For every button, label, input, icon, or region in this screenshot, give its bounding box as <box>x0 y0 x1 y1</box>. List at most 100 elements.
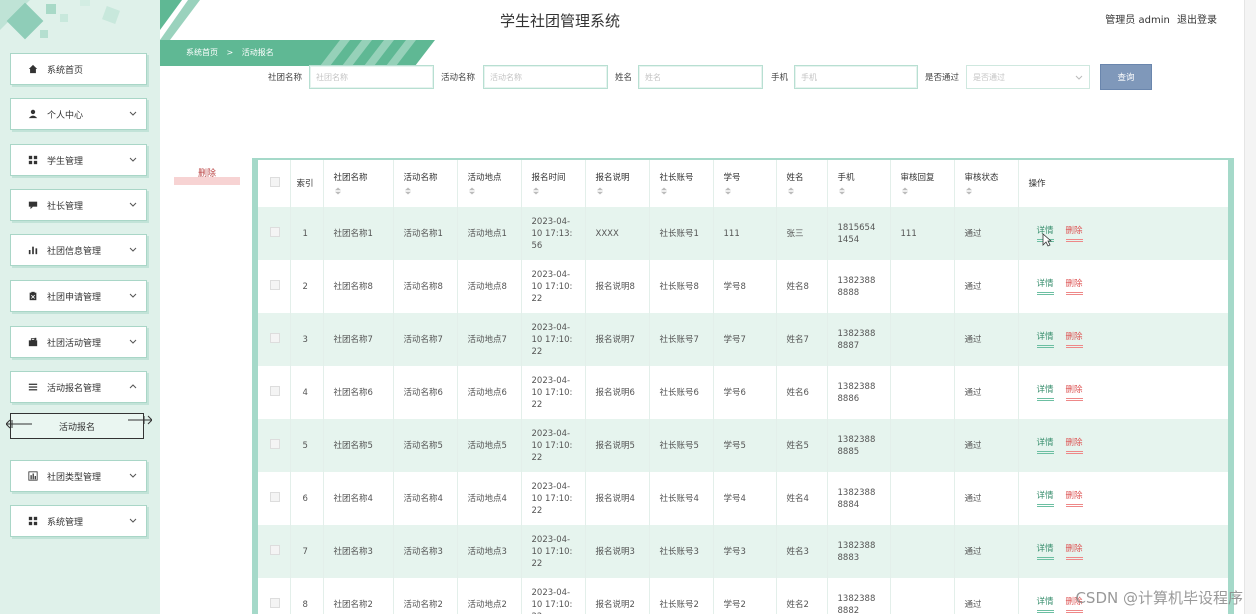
approved-select[interactable]: 是否通过 <box>966 65 1090 89</box>
cell-leader-text: 社长账号6 <box>659 387 699 398</box>
cell-status: 通过 <box>954 313 1019 366</box>
detail-link[interactable]: 详情 <box>1036 278 1054 295</box>
cell-index-text: 1 <box>302 228 308 239</box>
cell-activity: 活动名称7 <box>393 313 458 366</box>
sort-icon[interactable] <box>596 187 604 195</box>
column-header-4[interactable]: 活动地点 <box>457 160 522 207</box>
approved-label: 是否通过 <box>925 73 960 83</box>
vertical-scrollbar[interactable] <box>1244 0 1256 614</box>
cell-time: 2023-04-10 17:10:22 <box>521 472 586 525</box>
cell-club-text: 社团名称4 <box>333 493 373 504</box>
activity-name-input[interactable] <box>483 65 608 89</box>
cell-phone: 13823888882 <box>827 578 891 614</box>
sidebar-item-5[interactable]: 社团信息管理 <box>10 234 147 266</box>
breadcrumb-current: 活动报名 <box>241 48 274 57</box>
sort-icon[interactable] <box>965 187 973 195</box>
row-delete-link[interactable]: 删除 <box>1065 278 1083 295</box>
cell-activity: 活动名称2 <box>393 578 458 614</box>
sidebar-item-3[interactable]: 学生管理 <box>10 144 147 176</box>
row-delete-link[interactable]: 删除 <box>1065 331 1083 348</box>
sidebar-item-9[interactable]: 社团类型管理 <box>10 460 147 492</box>
cell-activity-text: 活动名称7 <box>403 334 443 345</box>
phone-input[interactable] <box>794 65 918 89</box>
logout-link[interactable]: 退出登录 <box>1177 15 1217 26</box>
sort-icon[interactable] <box>468 187 476 195</box>
sort-icon[interactable] <box>901 187 909 195</box>
row-checkbox[interactable] <box>270 544 280 555</box>
table-row[interactable]: 3 社团名称7 活动名称7 活动地点7 2023-04-10 17:10:22 报名说明7… <box>258 313 1228 366</box>
detail-link[interactable]: 详情 <box>1036 437 1054 454</box>
detail-link[interactable]: 详情 <box>1036 543 1054 560</box>
sort-icon[interactable] <box>334 187 342 195</box>
sort-icon[interactable] <box>404 187 412 195</box>
row-checkbox[interactable] <box>270 279 280 290</box>
sidebar-item-1[interactable]: 系统首页 <box>10 53 147 85</box>
sidebar-item-7[interactable]: 社团活动管理 <box>10 326 147 358</box>
row-delete-link[interactable]: 删除 <box>1065 225 1083 242</box>
column-header-8[interactable]: 学号 <box>713 160 777 207</box>
cell-activity: 活动名称8 <box>393 260 458 313</box>
cell-leader: 社长账号8 <box>649 260 714 313</box>
select-all-checkbox[interactable] <box>270 176 280 187</box>
column-header-label: 手机 <box>837 173 855 183</box>
table-row[interactable]: 5 社团名称5 活动名称5 活动地点5 2023-04-10 17:10:22 报名说明5… <box>258 419 1228 472</box>
detail-link[interactable]: 详情 <box>1036 384 1054 401</box>
row-checkbox[interactable] <box>270 597 280 608</box>
cell-index-text: 4 <box>302 387 308 398</box>
column-header-11[interactable]: 审核回复 <box>890 160 955 207</box>
column-header-3[interactable]: 活动名称 <box>393 160 458 207</box>
row-delete-link[interactable]: 删除 <box>1065 437 1083 454</box>
column-header-1[interactable]: 索引 <box>290 160 324 207</box>
row-delete-link[interactable]: 删除 <box>1065 490 1083 507</box>
table-row[interactable]: 1 社团名称1 活动名称1 活动地点1 2023-04-10 17:13:56 XXXX 社… <box>258 207 1228 260</box>
row-delete-link[interactable]: 删除 <box>1065 543 1083 560</box>
column-header-12[interactable]: 审核状态 <box>954 160 1019 207</box>
row-delete-link[interactable]: 删除 <box>1065 384 1083 401</box>
sort-icon[interactable] <box>660 187 668 195</box>
sort-icon[interactable] <box>724 187 732 195</box>
cell-leader-text: 社长账号5 <box>659 440 699 451</box>
club-name-input[interactable] <box>309 65 434 89</box>
column-header-10[interactable]: 手机 <box>827 160 891 207</box>
cell-desc-text: 报名说明8 <box>595 281 635 292</box>
table-row[interactable]: 4 社团名称6 活动名称6 活动地点6 2023-04-10 17:10:22 报名说明6… <box>258 366 1228 419</box>
column-header-5[interactable]: 报名时间 <box>521 160 586 207</box>
query-button[interactable]: 查询 <box>1100 64 1152 90</box>
column-header-2[interactable]: 社团名称 <box>323 160 394 207</box>
table-row[interactable]: 7 社团名称3 活动名称3 活动地点3 2023-04-10 17:10:22 报名说明3… <box>258 525 1228 578</box>
sort-icon[interactable] <box>838 187 846 195</box>
row-checkbox[interactable] <box>270 491 280 502</box>
detail-link[interactable]: 详情 <box>1036 331 1054 348</box>
column-header-9[interactable]: 姓名 <box>776 160 828 207</box>
row-checkbox[interactable] <box>270 385 280 396</box>
sort-icon[interactable] <box>787 187 795 195</box>
column-header-7[interactable]: 社长账号 <box>649 160 714 207</box>
cell-club-text: 社团名称5 <box>333 440 373 451</box>
breadcrumb-separator: > <box>226 48 234 57</box>
chevron-down-icon <box>129 157 137 162</box>
sort-icon[interactable] <box>532 187 540 195</box>
table-row[interactable]: 6 社团名称4 活动名称4 活动地点4 2023-04-10 17:10:22 报名说明4… <box>258 472 1228 525</box>
sidebar-item-2[interactable]: 个人中心 <box>10 98 147 130</box>
name-input[interactable] <box>638 65 763 89</box>
row-checkbox[interactable] <box>270 438 280 449</box>
user-area: 管理员 admin 退出登录 <box>1101 11 1217 26</box>
sidebar-item-4[interactable]: 社长管理 <box>10 189 147 221</box>
detail-link[interactable]: 详情 <box>1036 490 1054 507</box>
sidebar-item-8[interactable]: 活动报名管理 <box>10 371 147 403</box>
bulk-delete-button[interactable]: 删除 <box>174 165 240 185</box>
sidebar-item-6[interactable]: 社团申请管理 <box>10 280 147 312</box>
cell-leader-text: 社长账号2 <box>659 599 699 610</box>
sidebar-item-10[interactable]: 系统管理 <box>10 505 147 537</box>
row-checkbox[interactable] <box>270 226 280 237</box>
table-row[interactable]: 2 社团名称8 活动名称8 活动地点8 2023-04-10 17:10:22 报名说明8… <box>258 260 1228 313</box>
column-header-label: 索引 <box>296 178 314 189</box>
phone-label: 手机 <box>771 73 789 83</box>
breadcrumb-home[interactable]: 系统首页 <box>186 48 218 57</box>
column-header-6[interactable]: 报名说明 <box>585 160 650 207</box>
cell-location: 活动地点3 <box>457 525 522 578</box>
sidebar-item-label: 社长管理 <box>47 201 84 212</box>
row-checkbox[interactable] <box>270 332 280 343</box>
cell-sid-text: 学号7 <box>723 334 746 345</box>
detail-link[interactable]: 详情 <box>1036 596 1054 613</box>
